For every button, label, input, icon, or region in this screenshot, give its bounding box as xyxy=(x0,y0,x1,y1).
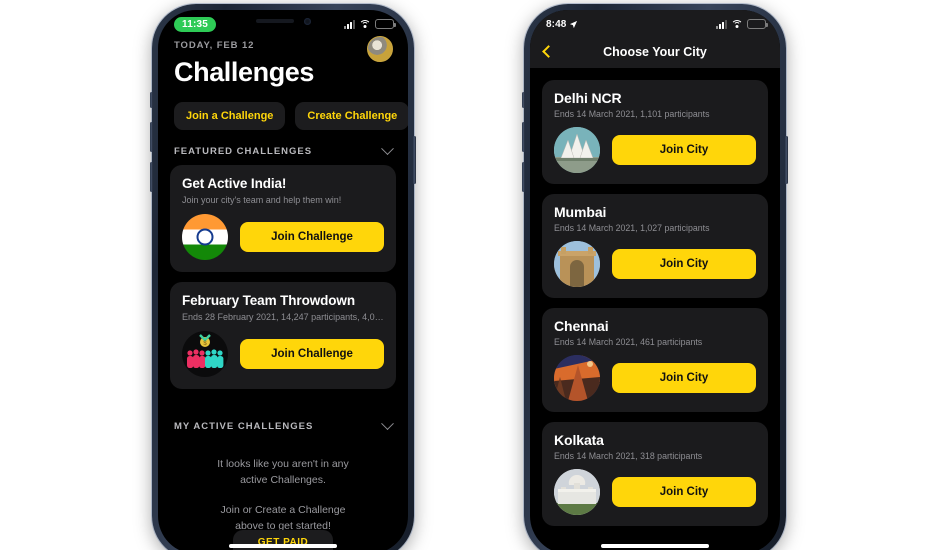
city-subtitle: Ends 14 March 2021, 461 participants xyxy=(554,337,703,347)
home-indicator[interactable] xyxy=(229,544,337,548)
back-chevron-icon[interactable] xyxy=(542,45,555,58)
power-button[interactable] xyxy=(785,136,788,184)
wifi-icon xyxy=(359,19,371,29)
empty-state-message: It looks like you aren't in any active C… xyxy=(158,440,408,534)
city-list: Delhi NCR Ends 14 March 2021, 1,101 part… xyxy=(530,68,780,550)
volume-down-button[interactable] xyxy=(522,162,525,192)
today-date-label: TODAY, FEB 12 xyxy=(174,40,255,51)
home-indicator[interactable] xyxy=(601,544,709,548)
city-card[interactable]: Delhi NCR Ends 14 March 2021, 1,101 part… xyxy=(542,80,768,184)
left-phone-frame: 11:35 TODAY, FEB 12 Challenges Join a Ch… xyxy=(150,4,416,550)
join-challenge-button[interactable]: Join Challenge xyxy=(240,222,384,252)
location-arrow-icon xyxy=(570,20,578,28)
create-challenge-button[interactable]: Create Challenge xyxy=(295,102,408,130)
cellular-signal-icon xyxy=(716,19,727,29)
battery-low-icon xyxy=(375,19,396,29)
lotus-temple-glyph xyxy=(554,127,600,173)
chevron-down-icon[interactable] xyxy=(381,142,394,156)
featured-challenges-label: FEATURED CHALLENGES xyxy=(174,146,313,157)
join-city-button[interactable]: Join City xyxy=(612,135,756,165)
left-status-bar: 11:35 xyxy=(158,10,408,36)
status-time: 11:35 xyxy=(174,16,217,32)
my-active-challenges-header[interactable]: MY ACTIVE CHALLENGES xyxy=(158,399,408,440)
city-name: Mumbai xyxy=(554,204,607,220)
choose-city-navbar: Choose Your City xyxy=(530,36,780,68)
join-city-button[interactable]: Join City xyxy=(612,363,756,393)
india-flag-icon xyxy=(182,214,228,260)
challenge-title: February Team Throwdown xyxy=(182,293,355,308)
volume-up-button[interactable] xyxy=(150,122,153,152)
victoria-memorial-glyph xyxy=(554,469,600,515)
gateway-of-india-glyph xyxy=(554,241,600,287)
city-card[interactable]: Chennai Ends 14 March 2021, 461 particip… xyxy=(542,308,768,412)
challenges-header: TODAY, FEB 12 Challenges xyxy=(158,36,408,88)
city-name: Chennai xyxy=(554,318,609,334)
status-time: 8:48 xyxy=(546,18,567,30)
challenge-actions: Join a Challenge Create Challenge xyxy=(158,88,408,130)
city-card[interactable]: Mumbai Ends 14 March 2021, 1,027 partici… xyxy=(542,194,768,298)
city-subtitle: Ends 14 March 2021, 318 participants xyxy=(554,451,703,461)
left-screen-content: TODAY, FEB 12 Challenges Join a Challeng… xyxy=(158,36,408,550)
challenge-card[interactable]: February Team Throwdown Ends 28 February… xyxy=(170,282,396,389)
volume-up-button[interactable] xyxy=(522,122,525,152)
city-name: Kolkata xyxy=(554,432,604,448)
right-phone-screen: 8:48 Choose Your City Delhi NCR Ends 14 … xyxy=(530,10,780,550)
my-active-challenges-label: MY ACTIVE CHALLENGES xyxy=(174,421,314,432)
featured-cards-list: Get Active India! Join your city's team … xyxy=(158,165,408,389)
left-phone-screen: 11:35 TODAY, FEB 12 Challenges Join a Ch… xyxy=(158,10,408,550)
challenge-subtitle: Join your city's team and help them win! xyxy=(182,195,342,205)
join-city-button[interactable]: Join City xyxy=(612,477,756,507)
challenge-card[interactable]: Get Active India! Join your city's team … xyxy=(170,165,396,272)
victoria-memorial-thumbnail xyxy=(554,469,600,515)
challenge-subtitle: Ends 28 February 2021, 14,247 participan… xyxy=(182,312,384,322)
silence-switch[interactable] xyxy=(522,92,525,108)
join-city-button[interactable]: Join City xyxy=(612,249,756,279)
kapaleeshwarar-temple-thumbnail xyxy=(554,355,600,401)
navbar-title: Choose Your City xyxy=(603,45,707,59)
join-challenge-button[interactable]: Join Challenge xyxy=(240,339,384,369)
empty-line-3: Join or Create a Challenge xyxy=(220,503,346,516)
silence-switch[interactable] xyxy=(150,92,153,108)
city-card[interactable]: Kolkata Ends 14 March 2021, 318 particip… xyxy=(542,422,768,526)
chevron-down-icon[interactable] xyxy=(381,417,394,431)
page-title: Challenges xyxy=(174,57,315,87)
featured-challenges-header[interactable]: FEATURED CHALLENGES xyxy=(158,130,408,165)
lotus-temple-thumbnail xyxy=(554,127,600,173)
volume-down-button[interactable] xyxy=(150,162,153,192)
join-a-challenge-button[interactable]: Join a Challenge xyxy=(174,102,286,130)
challenge-title: Get Active India! xyxy=(182,176,287,191)
right-phone-frame: 8:48 Choose Your City Delhi NCR Ends 14 … xyxy=(522,4,788,550)
battery-low-icon xyxy=(747,19,768,29)
city-name: Delhi NCR xyxy=(554,90,622,106)
city-subtitle: Ends 14 March 2021, 1,027 participants xyxy=(554,223,710,233)
empty-line-2: active Challenges. xyxy=(240,474,326,487)
kapaleeshwarar-temple-glyph xyxy=(554,355,600,401)
gateway-of-india-thumbnail xyxy=(554,241,600,287)
empty-line-1: It looks like you aren't in any xyxy=(217,458,349,470)
team-medal-glyph: $ xyxy=(187,334,224,368)
cellular-signal-icon xyxy=(344,19,355,29)
team-medal-icon: $ xyxy=(182,331,228,377)
wifi-icon xyxy=(731,19,743,29)
screenshot-canvas: 11:35 TODAY, FEB 12 Challenges Join a Ch… xyxy=(0,0,950,550)
user-avatar[interactable] xyxy=(367,36,393,62)
power-button[interactable] xyxy=(413,136,416,184)
right-status-bar: 8:48 xyxy=(530,10,780,36)
city-subtitle: Ends 14 March 2021, 1,101 participants xyxy=(554,109,710,119)
